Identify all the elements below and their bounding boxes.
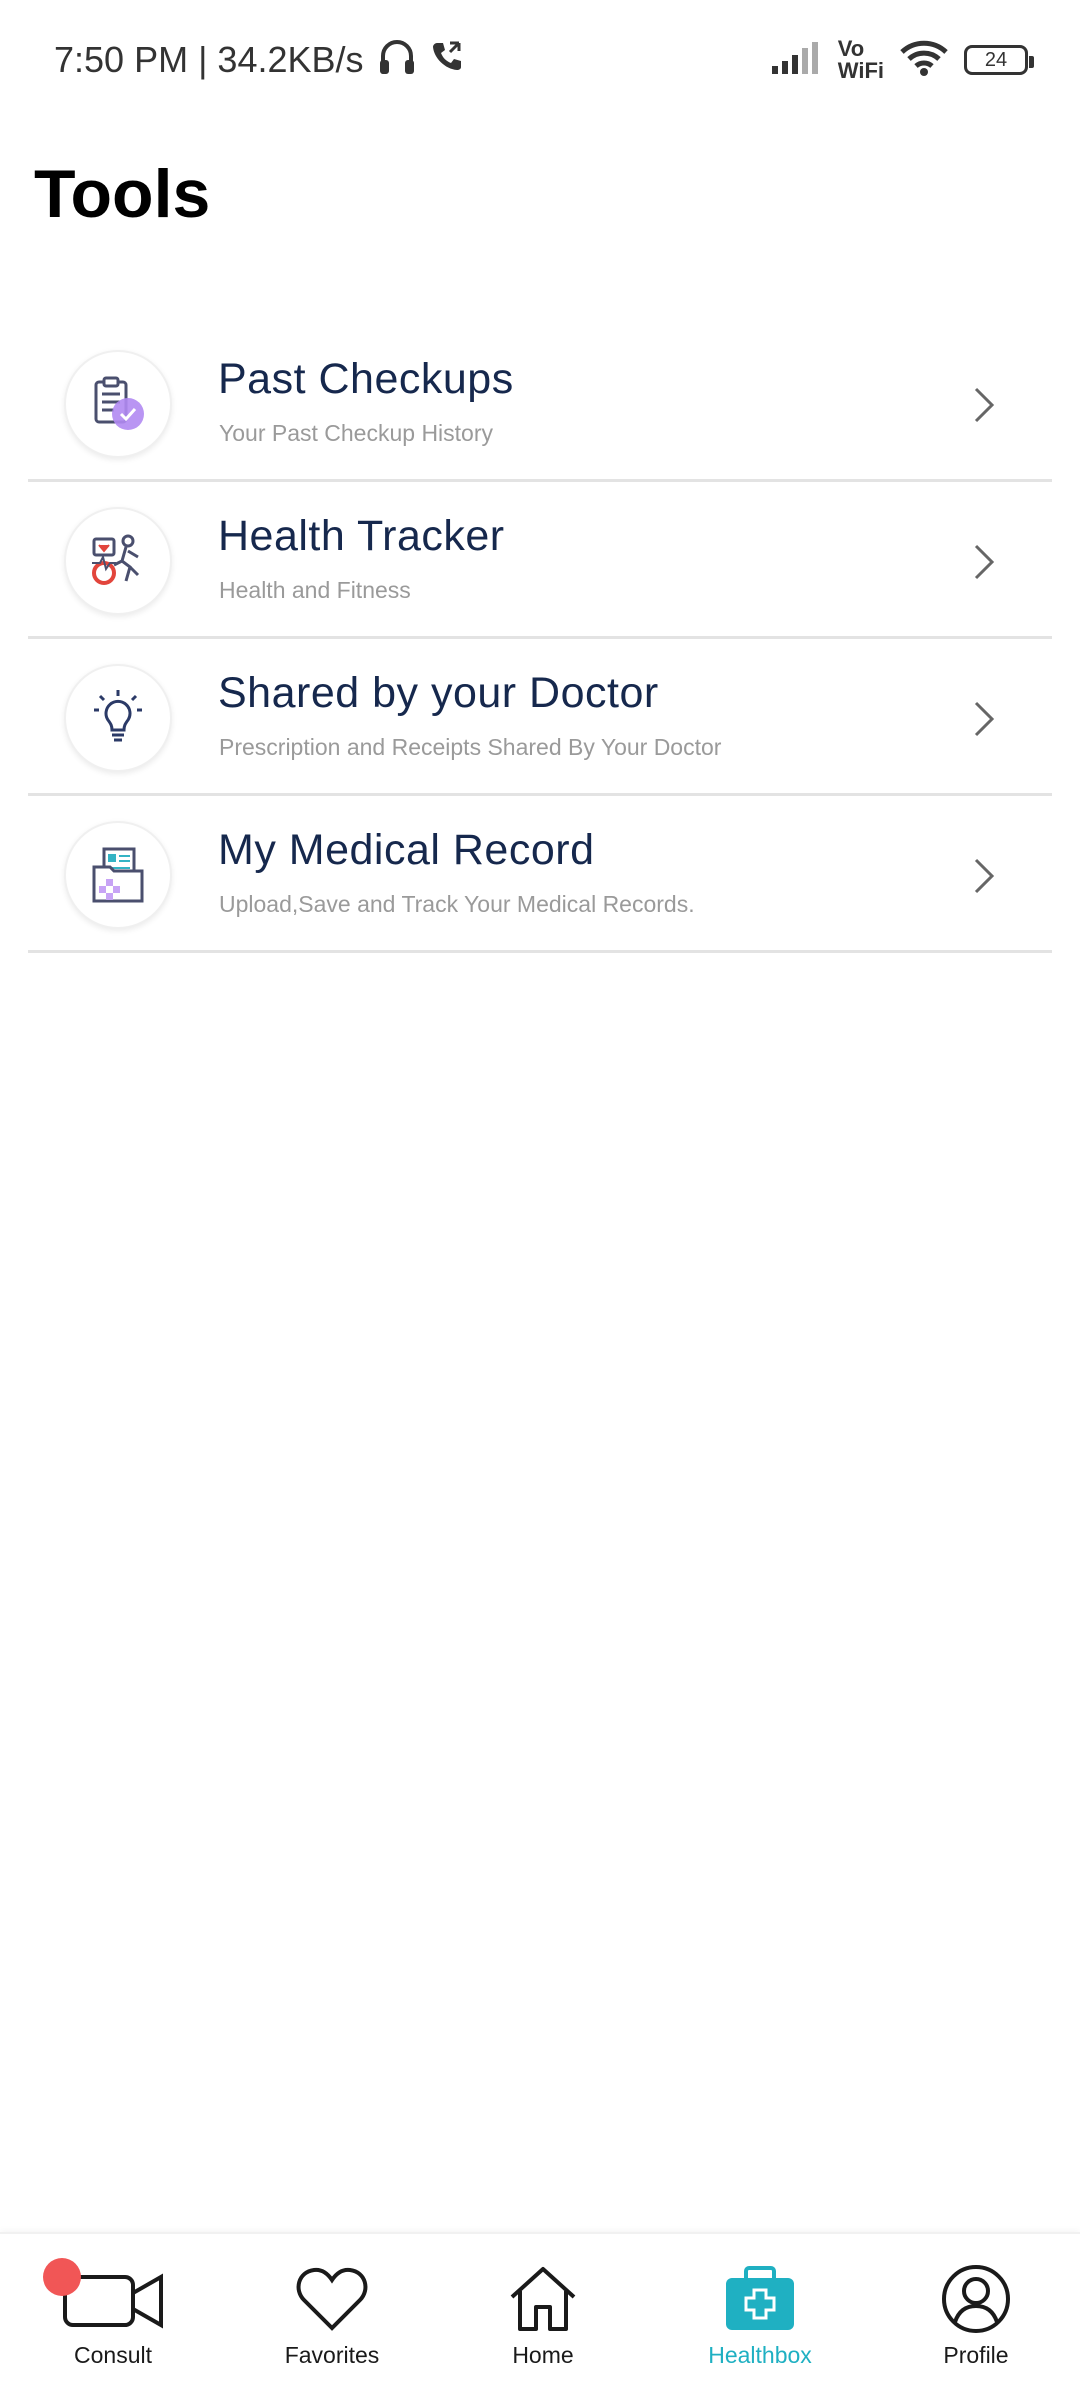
tool-subtitle: Upload,Save and Track Your Medical Recor… bbox=[219, 891, 695, 917]
nav-profile[interactable]: Profile bbox=[876, 2234, 1076, 2400]
nav-label: Healthbox bbox=[708, 2342, 812, 2368]
tool-title: Past Checkups bbox=[218, 355, 514, 403]
signal-icon bbox=[771, 40, 822, 81]
status-time-speed: 7:50 PM | 34.2KB/s bbox=[54, 39, 364, 80]
wifi-icon bbox=[900, 40, 948, 81]
video-camera-icon bbox=[43, 2258, 167, 2336]
headphones-icon bbox=[378, 36, 416, 85]
nav-home[interactable]: Home bbox=[443, 2234, 643, 2400]
vowifi-indicator: Vo WiFi bbox=[838, 38, 884, 82]
nav-label: Favorites bbox=[284, 2342, 380, 2368]
tool-title: Health Tracker bbox=[218, 512, 505, 560]
medical-kit-icon bbox=[724, 2262, 796, 2336]
notification-dot bbox=[43, 2258, 81, 2296]
medical-folder-icon bbox=[64, 821, 172, 929]
tool-row-shared-by-doctor[interactable]: Shared by your Doctor Prescription and R… bbox=[28, 639, 1052, 796]
battery-level: 24 bbox=[984, 48, 1008, 71]
vowifi-bottom: WiFi bbox=[837, 58, 884, 83]
status-left: 7:50 PM | 34.2KB/s bbox=[54, 36, 464, 85]
tool-row-past-checkups[interactable]: Past Checkups Your Past Checkup History bbox=[28, 325, 1052, 482]
chevron-right-icon bbox=[974, 701, 995, 737]
clipboard-check-icon bbox=[64, 350, 172, 458]
tool-subtitle: Your Past Checkup History bbox=[219, 420, 494, 446]
nav-healthbox[interactable]: Healthbox bbox=[660, 2234, 860, 2400]
chevron-right-icon bbox=[974, 387, 995, 423]
nav-label: Home bbox=[512, 2342, 574, 2368]
battery-icon: 24 bbox=[964, 45, 1034, 75]
tool-title: Shared by your Doctor bbox=[218, 669, 659, 717]
lightbulb-icon bbox=[64, 664, 172, 772]
tool-title: My Medical Record bbox=[218, 826, 595, 874]
tool-row-health-tracker[interactable]: Health Tracker Health and Fitness bbox=[28, 482, 1052, 639]
vowifi-top: Vo bbox=[837, 36, 865, 61]
page-title: Tools bbox=[34, 156, 211, 232]
phone-call-icon bbox=[430, 39, 464, 82]
tools-list: Past Checkups Your Past Checkup History … bbox=[28, 325, 1052, 953]
tool-row-medical-record[interactable]: My Medical Record Upload,Save and Track … bbox=[28, 796, 1052, 953]
home-icon bbox=[508, 2262, 578, 2336]
bottom-nav: Consult Favorites Home Healthbox Profile bbox=[0, 2232, 1080, 2400]
screen: 7:50 PM | 34.2KB/s Vo WiFi 24 Tools Past… bbox=[0, 0, 1080, 2400]
fitness-tracker-icon bbox=[64, 507, 172, 615]
status-right: Vo WiFi 24 bbox=[771, 38, 1034, 82]
tool-subtitle: Health and Fitness bbox=[219, 577, 411, 603]
user-icon bbox=[941, 2262, 1011, 2336]
tool-subtitle: Prescription and Receipts Shared By Your… bbox=[219, 734, 722, 760]
chevron-right-icon bbox=[974, 544, 995, 580]
nav-label: Profile bbox=[943, 2342, 1009, 2368]
status-bar: 7:50 PM | 34.2KB/s Vo WiFi 24 bbox=[0, 0, 1080, 120]
nav-favorites[interactable]: Favorites bbox=[232, 2234, 432, 2400]
nav-consult[interactable]: Consult bbox=[13, 2234, 213, 2400]
chevron-right-icon bbox=[974, 858, 995, 894]
nav-label: Consult bbox=[74, 2342, 152, 2368]
heart-icon bbox=[296, 2262, 368, 2336]
